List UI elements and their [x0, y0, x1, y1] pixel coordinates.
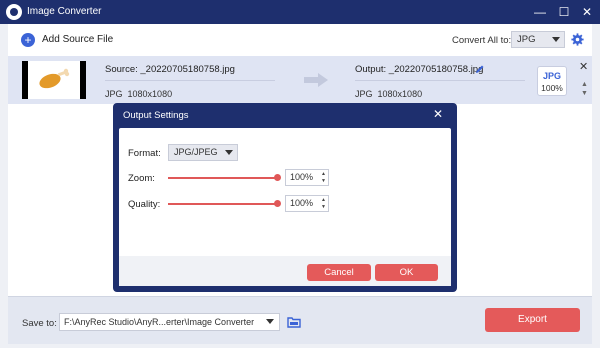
quality-stepper[interactable]: 100% ▲ ▼ [285, 195, 329, 212]
close-window-button[interactable]: ✕ [578, 3, 596, 21]
window-title: Image Converter [27, 6, 102, 17]
badge-zoom: 100% [541, 83, 563, 93]
image-thumbnail [22, 61, 86, 99]
add-source-icon[interactable]: + [21, 33, 35, 47]
source-size: 1080x1080 [127, 89, 173, 99]
quality-slider-handle[interactable] [273, 200, 281, 207]
zoom-value: 100% [290, 172, 314, 182]
decrement-icon[interactable]: ▼ [321, 204, 326, 210]
format-value: JPG/JPEG [174, 147, 218, 157]
title-bar: Image Converter — ☐ ✕ [0, 0, 600, 24]
arrow-right-icon [304, 73, 328, 87]
chevron-down-icon [552, 37, 560, 42]
output-size: 1080x1080 [377, 89, 423, 99]
ok-button[interactable]: OK [375, 264, 438, 281]
zoom-slider[interactable] [168, 177, 277, 179]
divider [105, 80, 275, 81]
move-up-icon[interactable]: ▲ [581, 80, 588, 89]
dialog-footer: Cancel OK [119, 256, 451, 286]
output-format: JPG [355, 89, 373, 99]
cancel-button[interactable]: Cancel [307, 264, 371, 281]
convert-all-value: JPG [517, 34, 536, 45]
output-format-badge[interactable]: JPG 100% [537, 66, 567, 96]
save-path-value: F:\AnyRec Studio\AnyR...erter\Image Conv… [64, 317, 255, 327]
output-meta: JPG 1080x1080 [355, 89, 422, 99]
quality-slider[interactable] [168, 203, 277, 205]
output-file-name: Output: _20220705180758.jpg [355, 64, 484, 75]
save-path-select[interactable]: F:\AnyRec Studio\AnyR...erter\Image Conv… [59, 313, 280, 331]
bottom-bar: Save to: F:\AnyRec Studio\AnyR...erter\I… [8, 296, 592, 344]
source-file-name: Source: _20220705180758.jpg [105, 64, 235, 75]
quality-value: 100% [290, 198, 314, 208]
quality-label: Quality: [128, 199, 161, 210]
move-down-icon[interactable]: ▼ [581, 89, 588, 98]
add-source-button[interactable]: Add Source File [42, 34, 113, 45]
remove-file-icon[interactable]: ✕ [579, 60, 588, 73]
increment-icon[interactable]: ▲ [321, 197, 326, 203]
zoom-label: Zoom: [128, 173, 155, 184]
dialog-title: Output Settings [123, 110, 189, 121]
decrement-icon[interactable]: ▼ [321, 178, 326, 184]
save-to-label: Save to: [22, 318, 57, 329]
maximize-button[interactable]: ☐ [555, 3, 573, 21]
divider [355, 80, 525, 81]
close-icon[interactable]: ✕ [433, 107, 443, 121]
reorder-controls: ▲ ▼ [581, 80, 588, 98]
folder-icon[interactable] [287, 316, 301, 328]
chevron-down-icon [225, 150, 233, 155]
increment-icon[interactable]: ▲ [321, 171, 326, 177]
source-format: JPG [105, 89, 123, 99]
convert-all-select[interactable]: JPG [511, 31, 565, 48]
gear-icon[interactable] [571, 33, 584, 46]
convert-all-label: Convert All to: [452, 35, 512, 46]
file-list-item: Source: _20220705180758.jpg JPG 1080x108… [8, 56, 592, 104]
toolbar: + Add Source File Convert All to: JPG [8, 24, 592, 56]
dialog-body: Format: JPG/JPEG Zoom: 100% ▲ ▼ Quality:… [119, 128, 451, 286]
badge-format: JPG [542, 71, 561, 81]
format-label: Format: [128, 148, 161, 159]
export-button[interactable]: Export [485, 308, 580, 332]
zoom-slider-handle[interactable] [273, 174, 281, 181]
dialog-header: Output Settings ✕ [113, 103, 457, 127]
app-logo-icon [6, 4, 22, 20]
edit-icon[interactable] [475, 64, 485, 74]
format-select[interactable]: JPG/JPEG [168, 144, 238, 161]
minimize-button[interactable]: — [531, 3, 549, 21]
chevron-down-icon [266, 319, 274, 324]
source-meta: JPG 1080x1080 [105, 89, 172, 99]
zoom-stepper[interactable]: 100% ▲ ▼ [285, 169, 329, 186]
output-settings-dialog: Output Settings ✕ Format: JPG/JPEG Zoom:… [113, 103, 457, 292]
